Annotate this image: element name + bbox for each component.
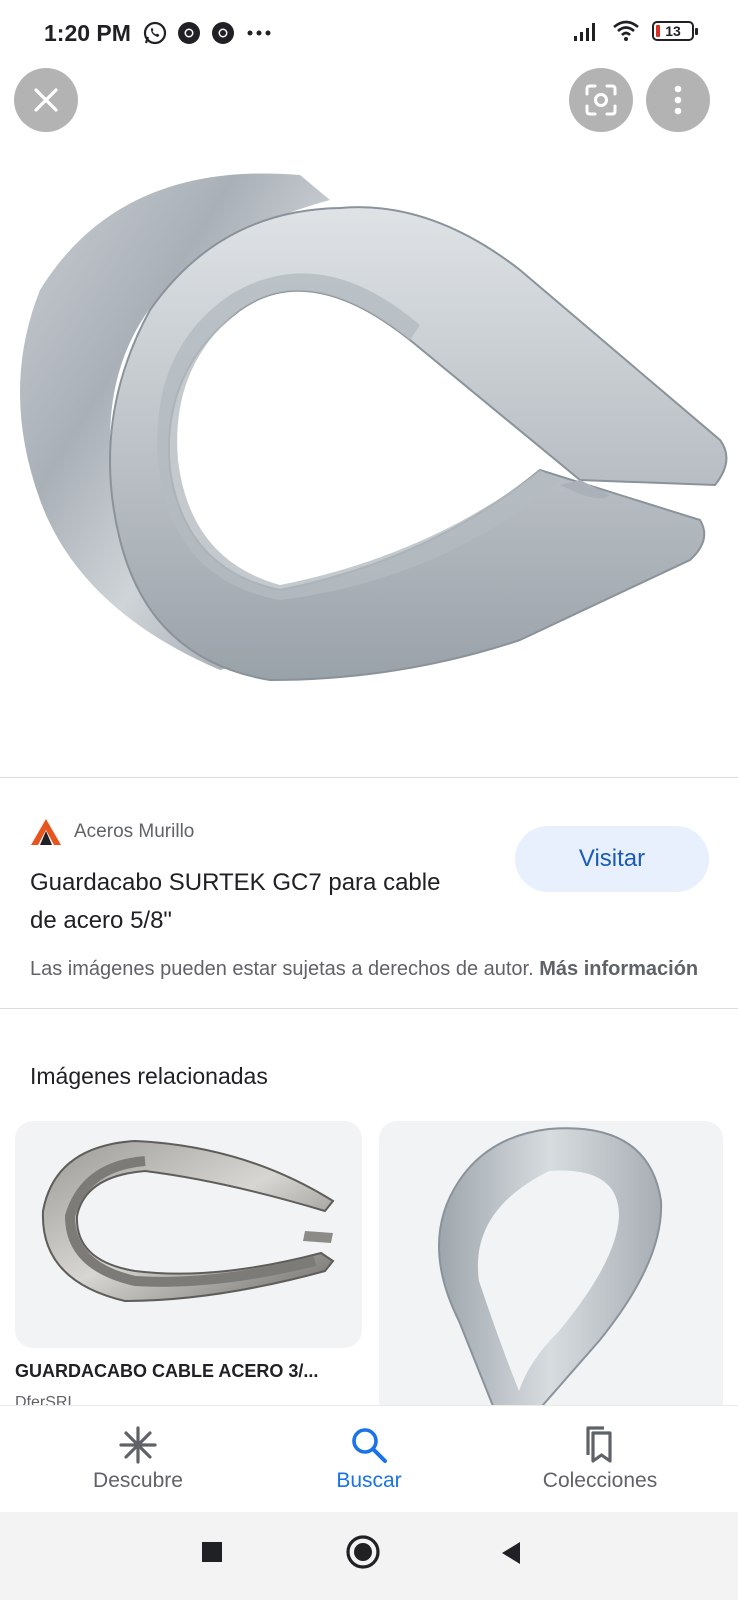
- system-icons: 13: [572, 20, 698, 42]
- more-notifications-icon: [247, 30, 271, 36]
- product-image[interactable]: [0, 140, 738, 780]
- notification-icons: [142, 20, 274, 46]
- close-icon: [34, 88, 58, 112]
- status-bar: 1:20 PM 13: [0, 0, 738, 66]
- search-icon: [352, 1428, 387, 1463]
- android-navigation-bar: [0, 1512, 738, 1600]
- close-button[interactable]: [14, 68, 78, 132]
- lens-button[interactable]: [569, 68, 633, 132]
- nav-label: Colecciones: [542, 1469, 658, 1492]
- chrome-icon: [178, 22, 200, 44]
- related-image-card[interactable]: [15, 1121, 362, 1348]
- copyright-notice: Las imágenes pueden estar sujetas a dere…: [30, 954, 720, 984]
- recents-icon: [202, 1542, 222, 1562]
- more-vert-icon: [674, 85, 682, 115]
- whatsapp-icon: [143, 21, 167, 45]
- home-button[interactable]: [345, 1534, 381, 1575]
- source-name: Aceros Murillo: [74, 821, 195, 842]
- related-thimble-image: [41, 1139, 335, 1303]
- divider: [0, 777, 738, 778]
- chrome-icon: [212, 22, 234, 44]
- nav-label: Buscar: [336, 1469, 402, 1492]
- visit-button[interactable]: Visitar: [515, 826, 709, 892]
- wire-rope-thimble-image: [20, 173, 728, 682]
- battery-level: 13: [665, 23, 681, 39]
- nav-buscar[interactable]: Buscar: [246, 1406, 492, 1512]
- back-button[interactable]: [498, 1540, 524, 1571]
- bookmarks-icon: [586, 1426, 612, 1463]
- aceros-murillo-logo: [31, 819, 61, 845]
- asterisk-icon: [119, 1426, 157, 1464]
- more-info-link[interactable]: Más información: [539, 958, 698, 980]
- related-thimble-image: [438, 1127, 663, 1421]
- divider: [0, 1008, 738, 1009]
- lens-icon: [585, 84, 617, 116]
- nav-descubre[interactable]: Descubre: [15, 1406, 261, 1512]
- bottom-navigation: Descubre Buscar Colecciones: [0, 1405, 738, 1512]
- related-item-title[interactable]: GUARDACABO CABLE ACERO 3/...: [15, 1361, 355, 1382]
- status-time: 1:20 PM: [44, 20, 131, 46]
- more-options-button[interactable]: [646, 68, 710, 132]
- nav-label: Descubre: [93, 1469, 183, 1492]
- related-image-card[interactable]: [379, 1121, 723, 1421]
- nav-colecciones[interactable]: Colecciones: [477, 1406, 723, 1512]
- home-icon: [346, 1535, 380, 1569]
- wifi-icon: [613, 20, 639, 41]
- source-row[interactable]: Aceros Murillo: [30, 818, 194, 846]
- back-icon: [502, 1542, 520, 1564]
- copyright-text: Las imágenes pueden estar sujetas a dere…: [30, 958, 534, 980]
- battery-icon: 13: [652, 21, 698, 41]
- result-title[interactable]: Guardacabo SURTEK GC7 para cable de acer…: [30, 864, 450, 940]
- recents-button[interactable]: [200, 1540, 224, 1569]
- related-images-heading: Imágenes relacionadas: [30, 1063, 268, 1089]
- signal-icon: [574, 23, 595, 41]
